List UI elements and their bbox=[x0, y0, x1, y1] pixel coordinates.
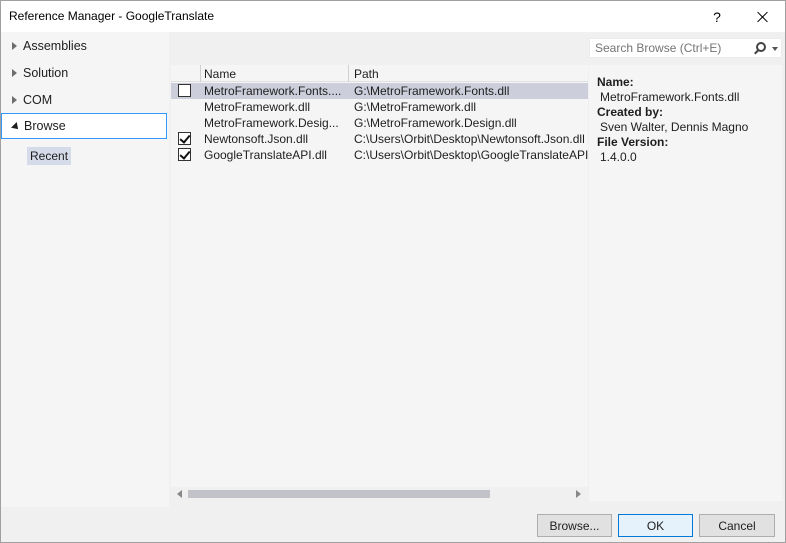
column-header-path[interactable]: Path bbox=[354, 66, 379, 82]
search-input[interactable] bbox=[590, 39, 750, 57]
list-row[interactable]: Newtonsoft.Json.dll C:\Users\Orbit\Deskt… bbox=[171, 131, 588, 147]
search-box[interactable] bbox=[589, 38, 782, 58]
detail-version-value: 1.4.0.0 bbox=[600, 150, 637, 164]
nav-item-solution[interactable]: Solution bbox=[1, 60, 167, 86]
expand-arrow-icon[interactable] bbox=[11, 96, 17, 104]
include-checkbox[interactable] bbox=[178, 132, 191, 145]
close-button[interactable] bbox=[741, 1, 785, 32]
nav-item-label: Assemblies bbox=[23, 39, 87, 53]
row-path: G:\MetroFramework.Fonts.dll bbox=[354, 84, 510, 98]
collapse-arrow-icon[interactable] bbox=[11, 122, 21, 132]
row-name: MetroFramework.Fonts.... bbox=[204, 84, 342, 98]
search-icon[interactable] bbox=[756, 42, 766, 52]
nav-item-com[interactable]: COM bbox=[1, 87, 167, 113]
row-name: MetroFramework.dll bbox=[204, 100, 311, 114]
title-bar: Reference Manager - GoogleTranslate ? bbox=[1, 1, 785, 32]
cancel-button[interactable]: Cancel bbox=[699, 514, 775, 537]
scroll-right-arrow-icon[interactable] bbox=[576, 490, 581, 498]
nav-item-label: Browse bbox=[24, 119, 66, 133]
list-row[interactable]: MetroFramework.Desig... G:\MetroFramewor… bbox=[171, 115, 588, 131]
window-title: Reference Manager - GoogleTranslate bbox=[9, 9, 214, 23]
nav-item-browse[interactable]: Browse bbox=[1, 113, 167, 139]
column-separator[interactable] bbox=[348, 65, 349, 82]
list-row[interactable]: GoogleTranslateAPI.dll C:\Users\Orbit\De… bbox=[171, 147, 588, 163]
scrollbar-thumb[interactable] bbox=[188, 490, 490, 498]
row-path: C:\Users\Orbit\Desktop\GoogleTranslateAP… bbox=[354, 148, 588, 162]
include-checkbox[interactable] bbox=[178, 84, 191, 97]
row-name: MetroFramework.Desig... bbox=[204, 116, 339, 130]
row-path: G:\MetroFramework.Design.dll bbox=[354, 116, 517, 130]
column-separator[interactable] bbox=[200, 65, 201, 82]
detail-created-label: Created by: bbox=[597, 105, 664, 119]
scroll-left-arrow-icon[interactable] bbox=[177, 490, 182, 498]
horizontal-scrollbar[interactable] bbox=[171, 487, 588, 501]
reference-list: Name Path MetroFramework.Fonts.... G:\Me… bbox=[171, 65, 588, 501]
detail-name-value: MetroFramework.Fonts.dll bbox=[600, 90, 740, 104]
nav-item-label: Solution bbox=[23, 66, 69, 80]
nav-item-label: COM bbox=[23, 93, 53, 107]
help-icon: ? bbox=[713, 8, 721, 25]
list-row[interactable]: MetroFramework.dll G:\MetroFramework.dll bbox=[171, 99, 588, 115]
row-path: C:\Users\Orbit\Desktop\Newtonsoft.Json.d… bbox=[354, 132, 585, 146]
detail-version-label: File Version: bbox=[597, 135, 669, 149]
nav-item-assemblies[interactable]: Assemblies bbox=[1, 33, 167, 59]
row-name: Newtonsoft.Json.dll bbox=[204, 132, 309, 146]
chevron-down-icon[interactable] bbox=[772, 47, 778, 51]
expand-arrow-icon[interactable] bbox=[11, 69, 17, 77]
detail-created-value: Sven Walter, Dennis Magno bbox=[600, 120, 749, 134]
details-panel: Name: MetroFramework.Fonts.dll Created b… bbox=[589, 65, 782, 501]
column-header-name[interactable]: Name bbox=[204, 66, 236, 82]
detail-name-label: Name: bbox=[597, 75, 634, 89]
category-nav: Assemblies Solution COM Browse Recent bbox=[1, 32, 169, 507]
close-icon bbox=[757, 11, 769, 23]
ok-button[interactable]: OK bbox=[618, 514, 693, 537]
row-name: GoogleTranslateAPI.dll bbox=[204, 148, 327, 162]
nav-subitem-recent[interactable]: Recent bbox=[27, 147, 72, 165]
list-row[interactable]: MetroFramework.Fonts.... G:\MetroFramewo… bbox=[171, 83, 588, 99]
help-button[interactable]: ? bbox=[695, 1, 739, 32]
reference-manager-dialog: Reference Manager - GoogleTranslate ? As… bbox=[0, 0, 786, 543]
row-path: G:\MetroFramework.dll bbox=[354, 100, 477, 114]
expand-arrow-icon[interactable] bbox=[11, 42, 17, 50]
list-header: Name Path bbox=[171, 65, 588, 82]
include-checkbox[interactable] bbox=[178, 148, 191, 161]
browse-button[interactable]: Browse... bbox=[537, 514, 612, 537]
